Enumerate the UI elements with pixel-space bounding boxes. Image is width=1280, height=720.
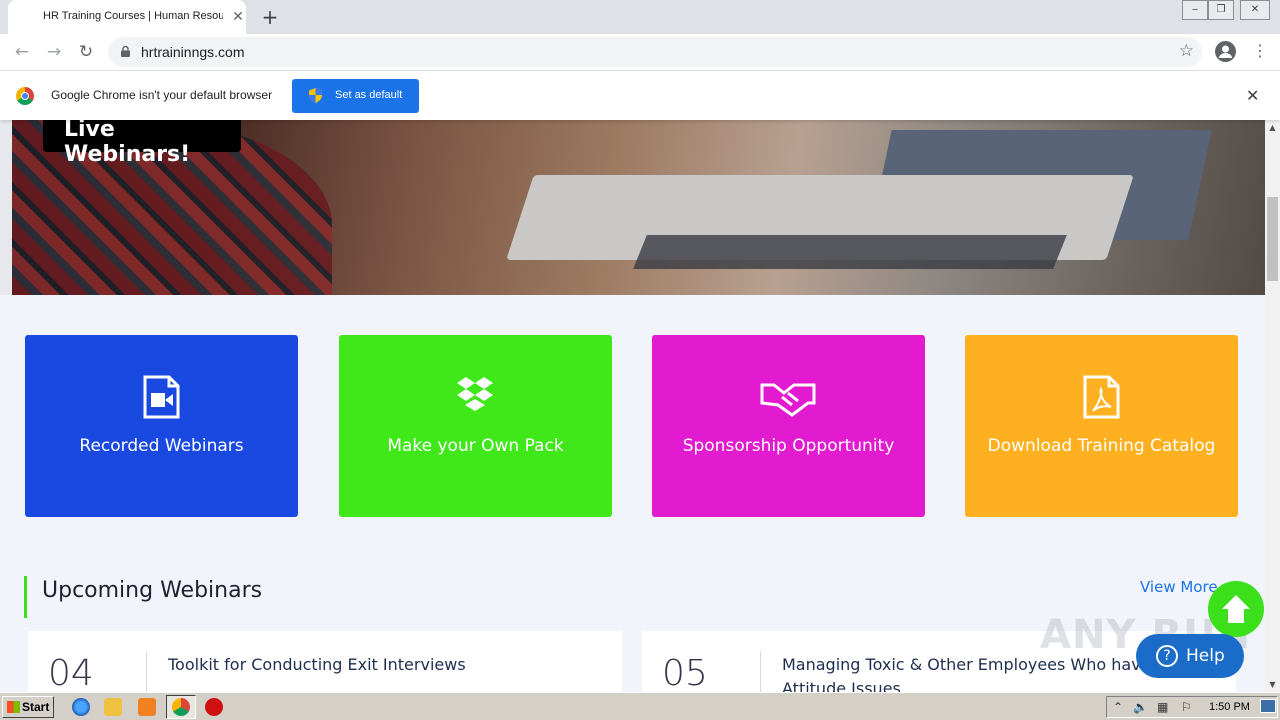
browser-tab[interactable]: HR Training Courses | Human Resources ✕ xyxy=(8,0,246,34)
set-as-default-label: Set as default xyxy=(335,89,403,101)
tab-strip: HR Training Courses | Human Resources ✕ … xyxy=(0,0,1280,34)
card-sponsorship-opportunity[interactable]: Sponsorship Opportunity xyxy=(652,335,925,517)
media-player-icon[interactable] xyxy=(138,698,156,716)
tab-title: HR Training Courses | Human Resources xyxy=(43,10,223,22)
help-label: Help xyxy=(1186,646,1225,666)
card-make-your-own-pack[interactable]: Make your Own Pack xyxy=(339,335,612,517)
card-label: Sponsorship Opportunity xyxy=(682,436,895,456)
scroll-up-arrow-icon[interactable]: ▲ xyxy=(1265,120,1280,135)
webinar-date: 05 xyxy=(662,653,708,692)
live-webinars-badge[interactable]: Live Webinars! xyxy=(43,120,241,167)
menu-kebab-icon[interactable]: ⋮ xyxy=(1252,42,1268,60)
scroll-to-top-button[interactable] xyxy=(1208,581,1264,637)
start-button[interactable]: Start xyxy=(2,696,54,718)
page-viewport: Live Webinars! Recorded Webinars Make yo… xyxy=(0,120,1265,692)
clock[interactable]: 1:50 PM xyxy=(1209,701,1250,713)
webinar-divider xyxy=(760,651,761,692)
card-label: Make your Own Pack xyxy=(387,436,564,456)
default-browser-infobar: Google Chrome isn't your default browser… xyxy=(0,70,1280,120)
help-button[interactable]: ? Help xyxy=(1136,634,1244,678)
bookmark-star-icon[interactable]: ☆ xyxy=(1179,41,1194,61)
section-accent-bar xyxy=(24,576,27,618)
restore-button[interactable]: ❐ xyxy=(1208,0,1234,20)
card-download-training-catalog[interactable]: Download Training Catalog xyxy=(965,335,1238,517)
video-file-icon xyxy=(143,375,180,419)
card-label: Recorded Webinars xyxy=(79,436,244,456)
file-explorer-icon[interactable] xyxy=(104,698,122,716)
start-label: Start xyxy=(22,700,50,714)
chrome-logo-icon xyxy=(16,87,34,105)
lock-icon xyxy=(121,46,130,57)
windows-taskbar: Start ⌃ 🔈 ▦ ⚐ 1:50 PM xyxy=(0,692,1280,720)
opera-icon[interactable] xyxy=(205,698,223,716)
arrow-up-icon xyxy=(1222,595,1250,623)
dropbox-icon xyxy=(457,377,493,411)
profile-icon[interactable] xyxy=(1215,41,1236,62)
avatar-glyph-icon xyxy=(1219,45,1232,58)
volume-icon[interactable]: 🔈 xyxy=(1133,700,1148,714)
url-text: hrtraininngs.com xyxy=(141,44,245,60)
webinar-card[interactable]: 04 Toolkit for Conducting Exit Interview… xyxy=(28,631,622,692)
hero-banner: Live Webinars! xyxy=(0,120,1265,295)
tab-close-icon[interactable]: ✕ xyxy=(230,9,246,25)
back-icon[interactable]: ← xyxy=(10,40,34,64)
webinar-title[interactable]: Managing Toxic & Other Employees Who hav… xyxy=(782,653,1182,692)
uac-shield-icon xyxy=(309,88,322,103)
help-question-icon: ? xyxy=(1156,645,1178,667)
page-scrollbar[interactable]: ▲ ▼ xyxy=(1265,120,1280,692)
forward-icon[interactable]: → xyxy=(42,40,66,64)
chrome-icon xyxy=(172,698,190,716)
show-desktop-icon[interactable] xyxy=(1260,699,1276,713)
close-window-button[interactable]: ✕ xyxy=(1240,0,1270,20)
windows-logo-icon xyxy=(7,701,20,713)
reload-icon[interactable]: ↻ xyxy=(74,40,98,64)
system-tray: ⌃ 🔈 ▦ ⚐ 1:50 PM xyxy=(1106,696,1278,718)
view-more-link[interactable]: View More xyxy=(1140,578,1218,596)
pdf-file-icon xyxy=(1083,375,1120,419)
minimize-button[interactable]: ‒ xyxy=(1182,0,1208,20)
action-center-flag-icon[interactable]: ⚐ xyxy=(1181,700,1192,714)
handshake-icon xyxy=(760,383,816,417)
card-recorded-webinars[interactable]: Recorded Webinars xyxy=(25,335,298,517)
card-label: Download Training Catalog xyxy=(987,436,1216,456)
webinar-date: 04 xyxy=(48,653,94,692)
infobar-close-icon[interactable]: ✕ xyxy=(1246,86,1259,105)
scroll-down-arrow-icon[interactable]: ▼ xyxy=(1265,677,1280,692)
browser-toolbar: ← → ↻ hrtraininngs.com ☆ ⋮ xyxy=(0,34,1280,70)
new-tab-button[interactable]: + xyxy=(258,6,282,30)
upcoming-webinars-heading: Upcoming Webinars xyxy=(42,578,263,603)
set-as-default-button[interactable]: Set as default xyxy=(292,79,419,113)
scrollbar-thumb[interactable] xyxy=(1267,197,1278,281)
hero-edge xyxy=(0,120,12,295)
tray-expand-icon[interactable]: ⌃ xyxy=(1113,700,1123,714)
infobar-message: Google Chrome isn't your default browser xyxy=(51,88,273,102)
hero-keyboard-image xyxy=(633,235,1067,269)
network-icon[interactable]: ▦ xyxy=(1157,700,1168,714)
taskbar-chrome-active[interactable] xyxy=(166,695,196,719)
internet-explorer-icon[interactable] xyxy=(72,698,90,716)
address-bar[interactable]: hrtraininngs.com ☆ xyxy=(108,37,1202,67)
webinar-title[interactable]: Toolkit for Conducting Exit Interviews xyxy=(168,653,568,677)
webinar-divider xyxy=(146,651,147,692)
